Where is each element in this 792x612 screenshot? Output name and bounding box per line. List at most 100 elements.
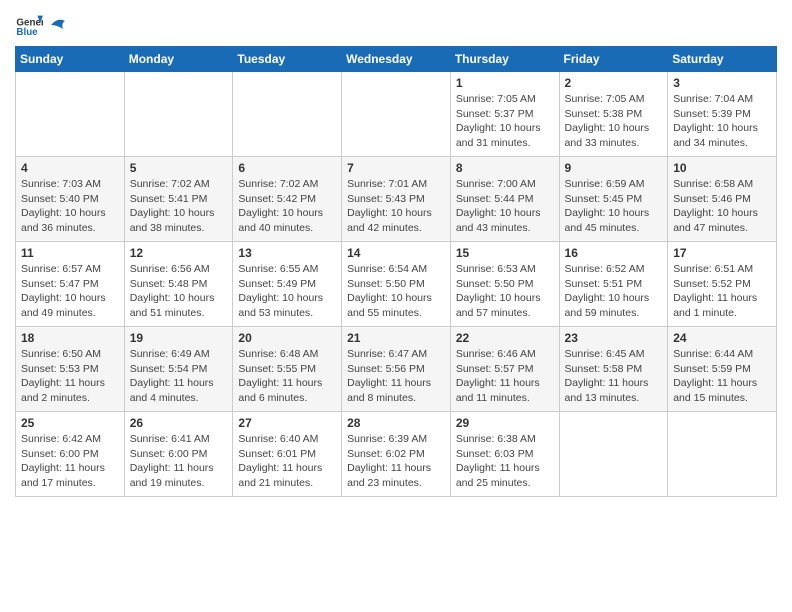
calendar-cell (16, 72, 125, 157)
week-row-3: 11 Sunrise: 6:57 AM Sunset: 5:47 PM Dayli… (16, 242, 777, 327)
calendar-table: SundayMondayTuesdayWednesdayThursdayFrid… (15, 46, 777, 497)
cell-info-text: Sunrise: 6:57 AM Sunset: 5:47 PM Dayligh… (21, 262, 119, 321)
cell-day-number: 2 (565, 76, 663, 90)
cell-info-text: Sunrise: 6:38 AM Sunset: 6:03 PM Dayligh… (456, 432, 554, 491)
cell-day-number: 27 (238, 416, 336, 430)
cell-info-text: Sunrise: 6:46 AM Sunset: 5:57 PM Dayligh… (456, 347, 554, 406)
cell-info-text: Sunrise: 6:52 AM Sunset: 5:51 PM Dayligh… (565, 262, 663, 321)
calendar-cell: 12 Sunrise: 6:56 AM Sunset: 5:48 PM Dayli… (124, 242, 233, 327)
cell-day-number: 12 (130, 246, 228, 260)
calendar-cell: 13 Sunrise: 6:55 AM Sunset: 5:49 PM Dayli… (233, 242, 342, 327)
calendar-cell: 29Sunrise: 6:38 AM Sunset: 6:03 PM Dayli… (450, 412, 559, 497)
week-row-4: 18 Sunrise: 6:50 AM Sunset: 5:53 PM Dayli… (16, 327, 777, 412)
cell-info-text: Sunrise: 6:59 AM Sunset: 5:45 PM Dayligh… (565, 177, 663, 236)
cell-day-number: 23 (565, 331, 663, 345)
cell-day-number: 9 (565, 161, 663, 175)
cell-day-number: 1 (456, 76, 554, 90)
calendar-cell: 5 Sunrise: 7:02 AM Sunset: 5:41 PM Daylig… (124, 157, 233, 242)
calendar-cell: 28 Sunrise: 6:39 AM Sunset: 6:02 PM Dayli… (342, 412, 451, 497)
calendar-cell: 8Sunrise: 7:00 AM Sunset: 5:44 PM Daylig… (450, 157, 559, 242)
calendar-header: SundayMondayTuesdayWednesdayThursdayFrid… (16, 47, 777, 72)
calendar-cell: 10 Sunrise: 6:58 AM Sunset: 5:46 PM Dayli… (668, 157, 777, 242)
cell-day-number: 15 (456, 246, 554, 260)
cell-info-text: Sunrise: 6:41 AM Sunset: 6:00 PM Dayligh… (130, 432, 228, 491)
cell-info-text: Sunrise: 6:56 AM Sunset: 5:48 PM Dayligh… (130, 262, 228, 321)
calendar-cell: 26 Sunrise: 6:41 AM Sunset: 6:00 PM Dayli… (124, 412, 233, 497)
calendar-cell: 17Sunrise: 6:51 AM Sunset: 5:52 PM Dayli… (668, 242, 777, 327)
calendar-cell: 20 Sunrise: 6:48 AM Sunset: 5:55 PM Dayli… (233, 327, 342, 412)
calendar-cell: 21 Sunrise: 6:47 AM Sunset: 5:56 PM Dayli… (342, 327, 451, 412)
cell-info-text: Sunrise: 7:05 AM Sunset: 5:37 PM Dayligh… (456, 92, 554, 151)
calendar-cell: 9 Sunrise: 6:59 AM Sunset: 5:45 PM Daylig… (559, 157, 668, 242)
cell-info-text: Sunrise: 6:48 AM Sunset: 5:55 PM Dayligh… (238, 347, 336, 406)
cell-info-text: Sunrise: 7:03 AM Sunset: 5:40 PM Dayligh… (21, 177, 119, 236)
cell-day-number: 10 (673, 161, 771, 175)
cell-day-number: 6 (238, 161, 336, 175)
calendar-cell: 6 Sunrise: 7:02 AM Sunset: 5:42 PM Daylig… (233, 157, 342, 242)
cell-info-text: Sunrise: 6:42 AM Sunset: 6:00 PM Dayligh… (21, 432, 119, 491)
calendar-cell (124, 72, 233, 157)
cell-info-text: Sunrise: 6:55 AM Sunset: 5:49 PM Dayligh… (238, 262, 336, 321)
calendar-cell (668, 412, 777, 497)
calendar-cell: 18 Sunrise: 6:50 AM Sunset: 5:53 PM Dayli… (16, 327, 125, 412)
cell-day-number: 22 (456, 331, 554, 345)
svg-text:Blue: Blue (16, 27, 38, 38)
day-header-monday: Monday (124, 47, 233, 72)
logo-bird-icon (49, 15, 67, 35)
calendar-cell: 7 Sunrise: 7:01 AM Sunset: 5:43 PM Daylig… (342, 157, 451, 242)
cell-info-text: Sunrise: 6:50 AM Sunset: 5:53 PM Dayligh… (21, 347, 119, 406)
cell-info-text: Sunrise: 7:02 AM Sunset: 5:41 PM Dayligh… (130, 177, 228, 236)
page-header: General Blue (15, 10, 777, 38)
cell-day-number: 7 (347, 161, 445, 175)
calendar-cell: 25Sunrise: 6:42 AM Sunset: 6:00 PM Dayli… (16, 412, 125, 497)
cell-info-text: Sunrise: 6:58 AM Sunset: 5:46 PM Dayligh… (673, 177, 771, 236)
week-row-2: 4Sunrise: 7:03 AM Sunset: 5:40 PM Daylig… (16, 157, 777, 242)
calendar-cell: 2 Sunrise: 7:05 AM Sunset: 5:38 PM Daylig… (559, 72, 668, 157)
day-header-wednesday: Wednesday (342, 47, 451, 72)
cell-day-number: 11 (21, 246, 119, 260)
cell-info-text: Sunrise: 6:54 AM Sunset: 5:50 PM Dayligh… (347, 262, 445, 321)
calendar-cell: 3Sunrise: 7:04 AM Sunset: 5:39 PM Daylig… (668, 72, 777, 157)
cell-day-number: 26 (130, 416, 228, 430)
cell-info-text: Sunrise: 7:05 AM Sunset: 5:38 PM Dayligh… (565, 92, 663, 151)
cell-info-text: Sunrise: 7:04 AM Sunset: 5:39 PM Dayligh… (673, 92, 771, 151)
week-row-5: 25Sunrise: 6:42 AM Sunset: 6:00 PM Dayli… (16, 412, 777, 497)
logo: General Blue (15, 10, 67, 38)
calendar-cell: 11 Sunrise: 6:57 AM Sunset: 5:47 PM Dayli… (16, 242, 125, 327)
day-header-sunday: Sunday (16, 47, 125, 72)
cell-info-text: Sunrise: 6:53 AM Sunset: 5:50 PM Dayligh… (456, 262, 554, 321)
cell-day-number: 13 (238, 246, 336, 260)
calendar-cell: 16 Sunrise: 6:52 AM Sunset: 5:51 PM Dayli… (559, 242, 668, 327)
calendar-cell: 1 Sunrise: 7:05 AM Sunset: 5:37 PM Daylig… (450, 72, 559, 157)
calendar-cell: 27 Sunrise: 6:40 AM Sunset: 6:01 PM Dayli… (233, 412, 342, 497)
cell-info-text: Sunrise: 6:51 AM Sunset: 5:52 PM Dayligh… (673, 262, 771, 321)
cell-info-text: Sunrise: 7:02 AM Sunset: 5:42 PM Dayligh… (238, 177, 336, 236)
cell-day-number: 28 (347, 416, 445, 430)
cell-info-text: Sunrise: 6:39 AM Sunset: 6:02 PM Dayligh… (347, 432, 445, 491)
cell-day-number: 21 (347, 331, 445, 345)
cell-day-number: 18 (21, 331, 119, 345)
cell-day-number: 24 (673, 331, 771, 345)
cell-day-number: 16 (565, 246, 663, 260)
calendar-cell: 14 Sunrise: 6:54 AM Sunset: 5:50 PM Dayli… (342, 242, 451, 327)
cell-info-text: Sunrise: 6:40 AM Sunset: 6:01 PM Dayligh… (238, 432, 336, 491)
calendar-cell: 15 Sunrise: 6:53 AM Sunset: 5:50 PM Dayli… (450, 242, 559, 327)
day-header-friday: Friday (559, 47, 668, 72)
cell-info-text: Sunrise: 6:47 AM Sunset: 5:56 PM Dayligh… (347, 347, 445, 406)
calendar-cell (233, 72, 342, 157)
day-header-tuesday: Tuesday (233, 47, 342, 72)
cell-info-text: Sunrise: 6:45 AM Sunset: 5:58 PM Dayligh… (565, 347, 663, 406)
calendar-body: 1 Sunrise: 7:05 AM Sunset: 5:37 PM Daylig… (16, 72, 777, 497)
days-of-week-row: SundayMondayTuesdayWednesdayThursdayFrid… (16, 47, 777, 72)
calendar-cell: 19Sunrise: 6:49 AM Sunset: 5:54 PM Dayli… (124, 327, 233, 412)
cell-day-number: 5 (130, 161, 228, 175)
cell-info-text: Sunrise: 7:01 AM Sunset: 5:43 PM Dayligh… (347, 177, 445, 236)
calendar-cell (559, 412, 668, 497)
day-header-saturday: Saturday (668, 47, 777, 72)
day-header-thursday: Thursday (450, 47, 559, 72)
cell-day-number: 14 (347, 246, 445, 260)
week-row-1: 1 Sunrise: 7:05 AM Sunset: 5:37 PM Daylig… (16, 72, 777, 157)
calendar-cell: 23 Sunrise: 6:45 AM Sunset: 5:58 PM Dayli… (559, 327, 668, 412)
cell-info-text: Sunrise: 6:44 AM Sunset: 5:59 PM Dayligh… (673, 347, 771, 406)
cell-day-number: 20 (238, 331, 336, 345)
